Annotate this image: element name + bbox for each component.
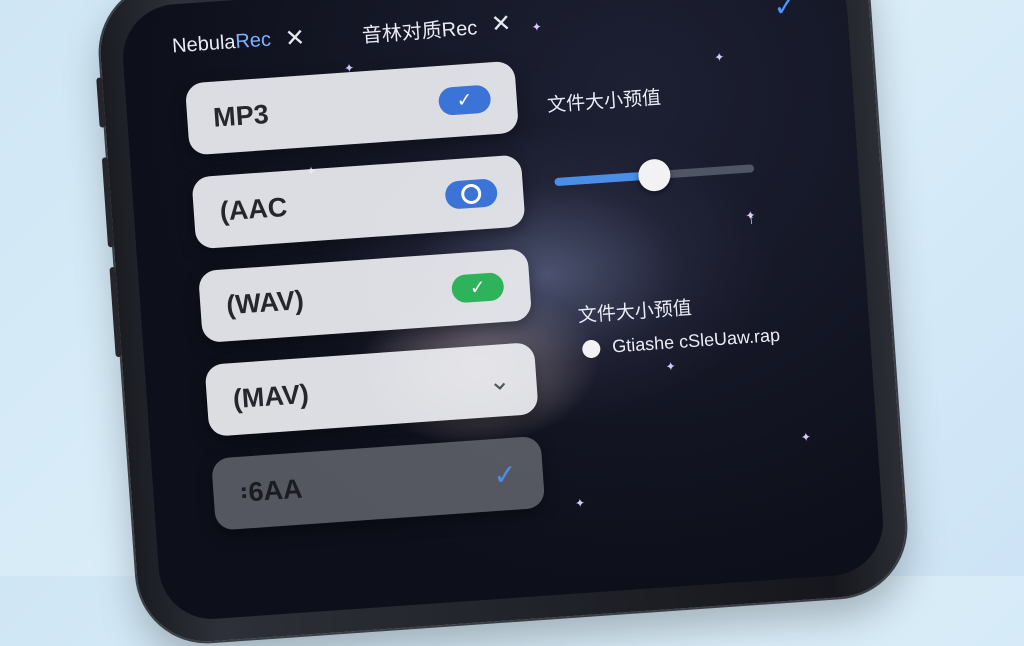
file-size-estimate-label: 文件大小预值 — [546, 87, 662, 117]
slider-knob[interactable] — [637, 158, 672, 193]
star-decoration: ✦ — [665, 359, 677, 374]
screen: ✦ ✦ ✦ ✦ ✦ ✦ ✦ ✦ NebulaRec ✕ 音林对质Rec ✕ ✓ … — [119, 0, 887, 623]
small-arrow-icon: ↑ — [747, 210, 756, 227]
format-option-wav[interactable]: (WAV) ✓ — [197, 248, 533, 344]
tab-label: 音林对质Rec — [361, 17, 479, 48]
toggle-switch[interactable]: ✓ — [437, 84, 492, 116]
format-label: (WAV) — [225, 284, 305, 320]
format-label: ꞉6AA — [238, 473, 304, 508]
check-icon: ✓ — [455, 89, 474, 112]
ring-icon — [460, 183, 482, 205]
phone: ✦ ✦ ✦ ✦ ✦ ✦ ✦ ✦ NebulaRec ✕ 音林对质Rec ✕ ✓ … — [95, 0, 911, 646]
format-label: (MAV) — [231, 378, 310, 414]
format-option-6aa[interactable]: ꞉6AA ✓ — [211, 435, 546, 531]
format-option-aac[interactable]: (AAC — [191, 154, 526, 250]
star-decoration: ✦ — [800, 429, 812, 445]
tab-quality[interactable]: 音林对质Rec ✕ — [361, 9, 512, 48]
star-decoration: ✦ — [713, 50, 725, 65]
star-decoration: ✦ — [574, 495, 586, 511]
chevron-down-icon[interactable]: ⌄ — [487, 364, 511, 396]
radio-option[interactable]: Gtiashe cSleUaw.rap — [581, 324, 781, 360]
check-icon[interactable]: ✓ — [492, 457, 518, 492]
file-size-estimate-label-2: 文件大小预值 — [577, 297, 693, 327]
tab-label: NebulaRec — [171, 28, 272, 58]
format-option-mav[interactable]: (MAV) ⌄ — [204, 341, 539, 437]
close-icon[interactable]: ✕ — [284, 23, 306, 53]
radio-dot[interactable] — [581, 338, 601, 359]
tab-nebularec[interactable]: NebulaRec ✕ — [171, 23, 306, 61]
confirm-check-icon[interactable]: ✓ — [772, 0, 798, 23]
format-label: MP3 — [212, 98, 270, 133]
toggle-switch[interactable]: ✓ — [450, 271, 505, 304]
file-size-slider[interactable] — [554, 158, 755, 193]
check-icon: ✓ — [469, 276, 487, 299]
radio-label: Gtiashe cSleUaw.rap — [611, 324, 781, 357]
format-option-mp3[interactable]: MP3 ✓ — [184, 60, 520, 156]
close-icon[interactable]: ✕ — [490, 9, 512, 39]
format-label: (AAC — [218, 191, 289, 227]
toggle-switch[interactable] — [444, 178, 499, 210]
